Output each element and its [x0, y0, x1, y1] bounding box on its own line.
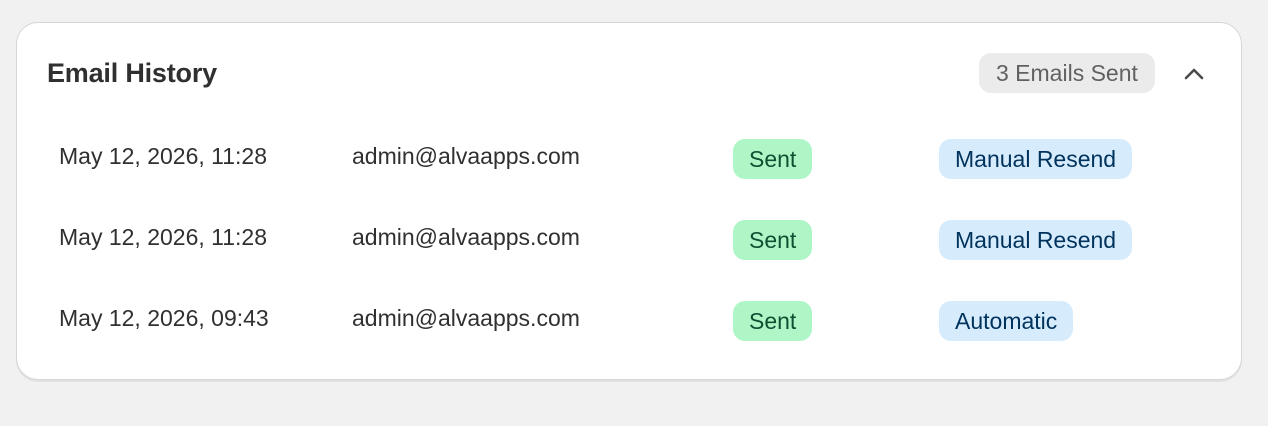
card-title: Email History: [47, 58, 217, 88]
emails-sent-count-badge: 3 Emails Sent: [979, 53, 1155, 93]
recipient-email: admin@alvaapps.com: [352, 143, 580, 169]
recipient-email: admin@alvaapps.com: [352, 305, 580, 331]
email-history-list: May 12, 2026, 11:28 admin@alvaapps.com S…: [17, 117, 1241, 360]
sent-date: May 12, 2026, 09:43: [59, 305, 269, 331]
collapse-button[interactable]: [1177, 57, 1211, 91]
email-history-row: May 12, 2026, 11:28 admin@alvaapps.com S…: [17, 198, 1241, 279]
send-type-badge: Manual Resend: [939, 139, 1133, 179]
status-badge: Sent: [733, 220, 813, 260]
status-badge: Sent: [733, 301, 813, 341]
sent-date: May 12, 2026, 11:28: [59, 143, 267, 169]
status-badge: Sent: [733, 139, 813, 179]
email-history-row: May 12, 2026, 11:28 admin@alvaapps.com S…: [17, 117, 1241, 198]
send-type-badge: Manual Resend: [939, 220, 1133, 260]
sent-date: May 12, 2026, 11:28: [59, 224, 267, 250]
recipient-email: admin@alvaapps.com: [352, 224, 580, 250]
email-history-card: Email History 3 Emails Sent May 12, 2026…: [16, 22, 1242, 380]
send-type-badge: Automatic: [939, 301, 1074, 341]
email-history-row: May 12, 2026, 09:43 admin@alvaapps.com S…: [17, 279, 1241, 360]
chevron-up-icon: [1184, 68, 1204, 80]
